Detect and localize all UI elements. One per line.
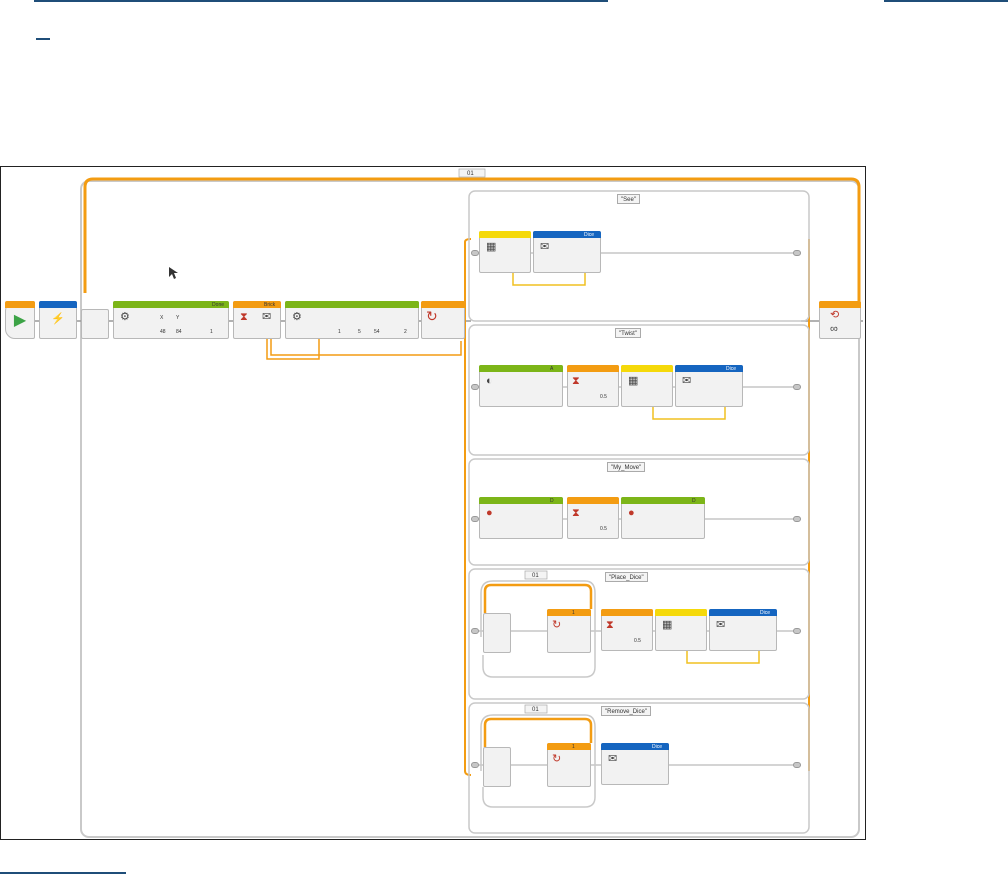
loop-interrupt-block[interactable]: 1 ↻ bbox=[547, 609, 591, 653]
motor-icon: ◐ bbox=[486, 375, 493, 387]
messaging-block-3[interactable]: Dice ✉ bbox=[709, 609, 777, 651]
display-field-a: 48 bbox=[160, 329, 166, 335]
messaging-block-3-label: Dice bbox=[760, 610, 771, 616]
messaging-block-4-label: Dice bbox=[652, 744, 663, 750]
loop-inner-start bbox=[483, 613, 511, 653]
page-link-underline[interactable] bbox=[34, 0, 608, 2]
large-motor-block-d[interactable]: D ● bbox=[479, 497, 563, 539]
mailbox-icon: ✉ bbox=[540, 241, 550, 253]
brick-sound-icon: ⚡ bbox=[51, 313, 65, 325]
case4-loop-label: 01 bbox=[532, 573, 539, 579]
brick-icon: ▦ bbox=[628, 375, 639, 387]
infinity-icon: ∞ bbox=[830, 323, 838, 335]
display2-field-2: 5 bbox=[358, 329, 361, 335]
case-tab-twist[interactable]: "Twist" bbox=[615, 328, 641, 338]
large-motor-port: D bbox=[550, 498, 554, 504]
brick-icon: ▦ bbox=[486, 241, 497, 253]
mailbox-icon: ✉ bbox=[682, 375, 692, 387]
connector bbox=[793, 762, 801, 768]
loop-inner-start-2 bbox=[483, 747, 511, 787]
loop-interrupt-label: 1 bbox=[572, 610, 575, 616]
wait-time-value-2: 0.5 bbox=[600, 526, 607, 532]
motor-icon: ● bbox=[486, 507, 493, 519]
message-icon: ✉ bbox=[262, 311, 272, 323]
motor-icon: ● bbox=[628, 507, 635, 519]
case-tab-see[interactable]: "See" bbox=[617, 194, 640, 204]
display2-field-1: 1 bbox=[338, 329, 341, 335]
program-diagram: 01 01 01 bbox=[7, 168, 863, 838]
brick-status-block[interactable]: ▦ bbox=[479, 231, 531, 273]
mouse-cursor-icon bbox=[169, 267, 178, 279]
hourglass-icon: ⧗ bbox=[572, 375, 580, 387]
messaging-block-2-label: Dice bbox=[726, 366, 737, 372]
wait-time-block-2[interactable]: ⧗ 0.5 bbox=[567, 497, 619, 539]
display-field-y: Y bbox=[176, 315, 180, 321]
display2-field-3: 54 bbox=[374, 329, 380, 335]
outer-loop-frame bbox=[80, 180, 860, 838]
switch-block[interactable]: ↻ bbox=[421, 301, 465, 339]
case-tab-my-move[interactable]: "My_Move" bbox=[607, 462, 646, 472]
large-motor-port-2: D bbox=[692, 498, 696, 504]
brick-status-block-3[interactable]: ▦ bbox=[655, 609, 707, 651]
wait-block[interactable]: Brick ⧗ ✉ bbox=[233, 301, 281, 339]
connector bbox=[793, 516, 801, 522]
brick-icon: ▦ bbox=[662, 619, 673, 631]
case5-loop-label: 01 bbox=[532, 707, 539, 713]
sound-block[interactable]: ⚡ bbox=[39, 301, 77, 339]
play-icon: ▶ bbox=[13, 312, 27, 329]
hourglass-icon: ⧗ bbox=[572, 507, 580, 519]
display-block-2[interactable]: ⚙ 1 5 54 2 bbox=[285, 301, 419, 339]
hourglass-icon: ⧗ bbox=[240, 311, 248, 323]
switch-icon: ↻ bbox=[552, 753, 562, 765]
loop-interrupt-label-2: 1 bbox=[572, 744, 575, 750]
page-link-underline-short[interactable] bbox=[36, 38, 50, 40]
display2-field-4: 2 bbox=[404, 329, 407, 335]
loop-interrupt-block-2[interactable]: 1 ↻ bbox=[547, 743, 591, 787]
connector bbox=[471, 628, 479, 634]
loop-start-block bbox=[81, 309, 109, 339]
outer-loop-label: 01 bbox=[467, 171, 474, 177]
wait-time-block[interactable]: ⧗ 0.5 bbox=[567, 365, 619, 407]
motor-block-a[interactable]: A ◐ bbox=[479, 365, 563, 407]
start-block[interactable]: ▶ bbox=[5, 301, 35, 339]
display-field-x: X bbox=[160, 315, 164, 321]
connector bbox=[793, 250, 801, 256]
wait-time-block-3[interactable]: ⧗ 0.5 bbox=[601, 609, 653, 651]
connector bbox=[793, 628, 801, 634]
wait-block-label: Brick bbox=[264, 302, 276, 308]
messaging-block-2[interactable]: Dice ✉ bbox=[675, 365, 743, 407]
connector bbox=[471, 384, 479, 390]
wait-time-value: 0.5 bbox=[600, 394, 607, 400]
mailbox-icon: ✉ bbox=[608, 753, 618, 765]
loop-return-wire bbox=[83, 177, 861, 307]
display-field-b: 84 bbox=[176, 329, 182, 335]
program-canvas[interactable]: 01 01 01 ▶ ⚡ Done ⚙ X Y 48 84 1 Brick ⧗ … bbox=[0, 166, 866, 840]
switch-icon: ↻ bbox=[552, 619, 562, 631]
messaging-block-4[interactable]: Dice ✉ bbox=[601, 743, 669, 785]
page-link-underline-right[interactable] bbox=[884, 0, 1008, 2]
gear-icon: ⚙ bbox=[120, 311, 130, 323]
motor-block-port: A bbox=[550, 366, 554, 372]
loop-icon: ⟲ bbox=[830, 309, 840, 321]
gear-icon: ⚙ bbox=[292, 311, 302, 323]
messaging-block-label: Dice bbox=[584, 232, 595, 238]
connector bbox=[471, 250, 479, 256]
display-field-c: 1 bbox=[210, 329, 213, 335]
large-motor-block-d-2[interactable]: D ● bbox=[621, 497, 705, 539]
display-block-1-mode: Done bbox=[212, 302, 224, 308]
display-block-1[interactable]: Done ⚙ X Y 48 84 1 bbox=[113, 301, 229, 339]
case-tab-remove-dice[interactable]: "Remove_Dice" bbox=[601, 706, 651, 716]
case-tab-place-dice[interactable]: "Place_Dice" bbox=[605, 572, 648, 582]
wait-time-value-3: 0.5 bbox=[634, 638, 641, 644]
brick-status-block-2[interactable]: ▦ bbox=[621, 365, 673, 407]
switch-icon: ↻ bbox=[426, 308, 438, 324]
connector bbox=[471, 516, 479, 522]
loop-end-block[interactable]: ⟲ ∞ bbox=[819, 301, 861, 339]
connector bbox=[793, 384, 801, 390]
page-link-underline-bottom[interactable] bbox=[0, 872, 126, 874]
messaging-block[interactable]: Dice ✉ bbox=[533, 231, 601, 273]
hourglass-icon: ⧗ bbox=[606, 619, 614, 631]
mailbox-icon: ✉ bbox=[716, 619, 726, 631]
connector bbox=[471, 762, 479, 768]
